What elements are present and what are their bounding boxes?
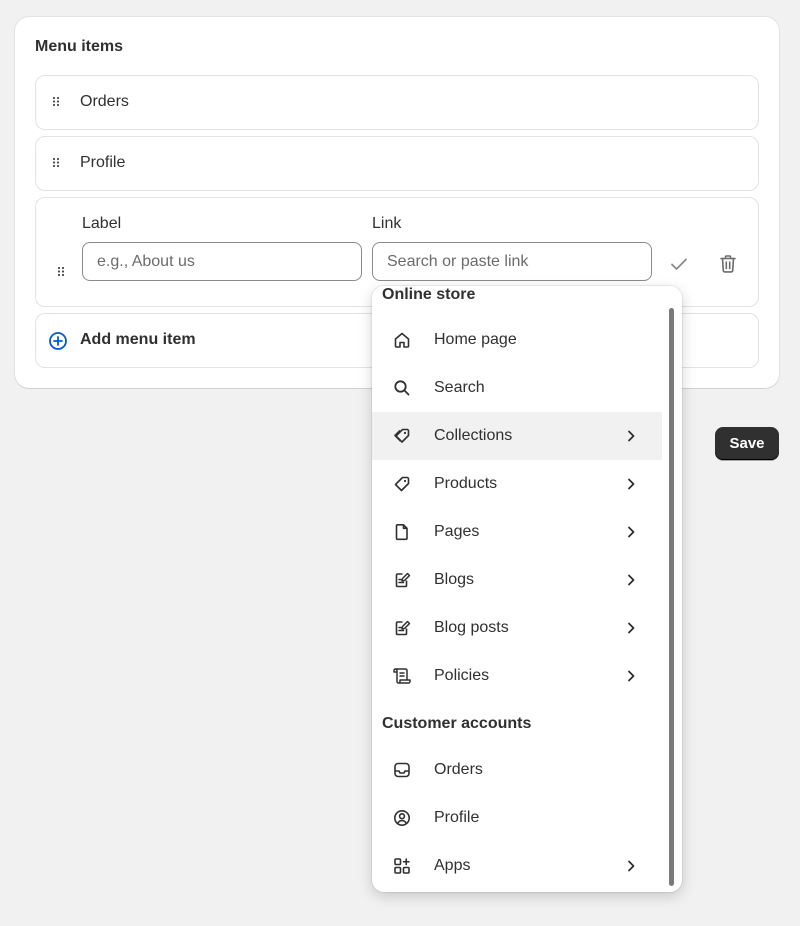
drag-handle-icon[interactable] [52,96,60,110]
inbox-icon [394,762,410,778]
dropdown-item-profile[interactable]: Profile [372,794,662,842]
add-menu-item-label: Add menu item [80,331,196,348]
menu-item-row-profile[interactable]: Profile [35,136,759,191]
blog-post-icon [395,620,411,636]
dropdown-item-home-page[interactable]: Home page [372,316,662,364]
delete-icon[interactable] [716,252,740,276]
dropdown-item-search[interactable]: Search [372,364,662,412]
section-title-customer-accounts: Customer accounts [382,715,532,732]
drag-handle-icon[interactable] [57,266,65,280]
label-input[interactable]: e.g., About us [82,242,362,281]
chevron-right-icon [628,622,635,634]
label-field-title: Label [82,215,122,232]
chevron-right-icon [628,430,635,442]
dropdown-item-label: Pages [434,523,480,540]
dropdown-item-label: Apps [434,857,471,874]
checkmark-icon[interactable] [667,252,691,276]
dropdown-item-label: Search [434,379,485,396]
dropdown-item-label: Orders [434,761,483,778]
chevron-right-icon [628,478,635,490]
label-input-placeholder: e.g., About us [97,253,195,270]
chevron-right-icon [628,860,635,872]
plus-circle-icon [49,332,67,350]
dropdown-item-label: Policies [434,667,490,684]
dropdown-item-label: Collections [434,427,513,444]
collections-icon [394,428,410,443]
drag-handle-icon[interactable] [52,157,60,171]
dropdown-item-blogs[interactable]: Blogs [372,556,662,604]
menu-item-row-orders[interactable]: Orders [35,75,759,130]
chevron-right-icon [628,574,635,586]
dropdown-item-label: Products [434,475,498,492]
profile-icon [394,810,410,826]
section-title-online-store: Online store [382,286,476,303]
dropdown-item-products[interactable]: Products [372,460,662,508]
dropdown-item-policies[interactable]: Policies [372,652,662,700]
dropdown-item-label: Profile [434,809,480,826]
link-field-title: Link [372,215,402,232]
menu-item-label: Orders [80,93,129,110]
dropdown-scrollbar[interactable] [669,308,674,886]
policies-icon [393,668,411,684]
search-icon [394,380,410,396]
home-icon [394,332,410,348]
link-dropdown: Online store Home page Search Collection… [372,286,682,892]
link-input-placeholder: Search or paste link [387,253,529,270]
save-button[interactable]: Save [715,427,779,460]
link-search-input[interactable]: Search or paste link [372,242,652,281]
dropdown-item-collections[interactable]: Collections [372,412,662,460]
dropdown-item-orders[interactable]: Orders [372,746,662,794]
dropdown-item-label: Blogs [434,571,475,588]
menu-item-label: Profile [80,154,126,171]
page-icon [395,524,408,541]
card-title: Menu items [35,38,124,55]
dropdown-item-label: Home page [434,331,517,348]
dropdown-item-blog-posts[interactable]: Blog posts [372,604,662,652]
apps-icon [394,858,410,874]
dropdown-item-apps[interactable]: Apps [372,842,662,890]
tag-icon [394,476,410,492]
dropdown-item-pages[interactable]: Pages [372,508,662,556]
chevron-right-icon [628,670,635,682]
blog-icon [395,572,411,588]
chevron-right-icon [628,526,635,538]
dropdown-item-label: Blog posts [434,619,509,636]
